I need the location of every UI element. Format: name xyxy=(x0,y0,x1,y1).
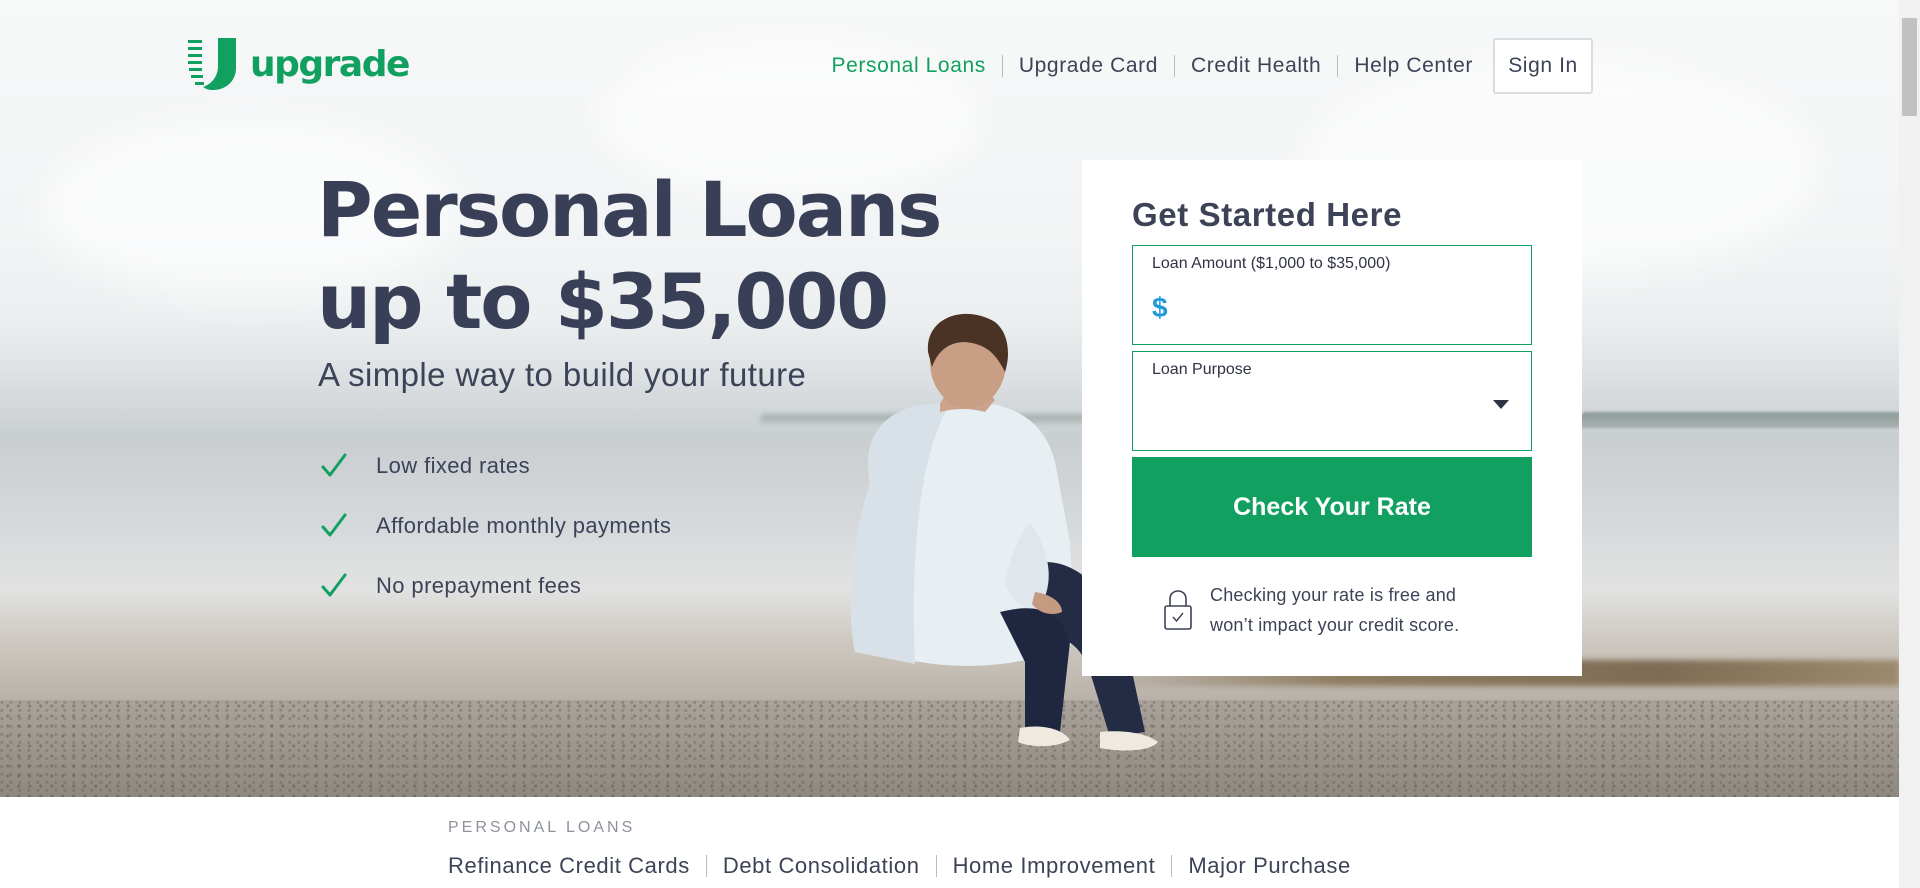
check-your-rate-button[interactable]: Check Your Rate xyxy=(1132,457,1532,557)
loan-amount-field[interactable]: Loan Amount ($1,000 to $35,000) $ xyxy=(1132,245,1532,345)
feature-text: No prepayment fees xyxy=(376,573,582,598)
site-header: upgrade Personal Loans Upgrade Card Cred… xyxy=(0,0,1899,130)
section-label: PERSONAL LOANS xyxy=(448,819,636,836)
dollar-prefix: $ xyxy=(1152,292,1168,323)
upgrade-logo-icon xyxy=(188,38,236,90)
hero-headline: Personal Loans up to $35,000 xyxy=(317,165,942,346)
scrollbar-thumb[interactable] xyxy=(1902,18,1917,116)
checkmark-icon xyxy=(321,573,347,597)
nav-link-help-center[interactable]: Help Center xyxy=(1337,55,1489,77)
upgrade-logo-text: upgrade xyxy=(250,43,410,85)
credit-score-note: Checking your rate is free and won’t imp… xyxy=(1162,580,1490,640)
loan-purpose-select[interactable] xyxy=(1133,352,1531,450)
card-title: Get Started Here xyxy=(1132,196,1403,233)
loan-purpose-field[interactable]: Loan Purpose xyxy=(1132,351,1532,451)
dropdown-caret-icon xyxy=(1493,400,1509,409)
sign-in-button[interactable]: Sign In xyxy=(1493,38,1593,94)
personal-loans-links-section: PERSONAL LOANS Refinance Credit Cards De… xyxy=(0,797,1899,888)
loan-amount-input[interactable] xyxy=(1179,288,1509,326)
feature-text: Affordable monthly payments xyxy=(376,513,672,538)
link-major-purchase[interactable]: Major Purchase xyxy=(1171,855,1366,877)
lock-icon xyxy=(1164,590,1192,630)
credit-score-note-text: Checking your rate is free and won’t imp… xyxy=(1210,585,1460,635)
nav-link-upgrade-card[interactable]: Upgrade Card xyxy=(1001,55,1174,77)
get-started-card: Get Started Here Loan Amount ($1,000 to … xyxy=(1082,160,1582,676)
main-nav: Personal Loans Upgrade Card Credit Healt… xyxy=(832,38,1593,94)
checkmark-icon xyxy=(321,453,347,477)
loan-type-links: Refinance Credit Cards Debt Consolidatio… xyxy=(448,855,1367,877)
vertical-scrollbar[interactable] xyxy=(1899,0,1920,888)
checkmark-icon xyxy=(321,513,347,537)
loan-amount-label: Loan Amount ($1,000 to $35,000) xyxy=(1152,255,1391,272)
hero-subheadline: A simple way to build your future xyxy=(318,356,807,393)
feature-item: Low fixed rates xyxy=(320,436,671,496)
feature-item: Affordable monthly payments xyxy=(320,496,671,556)
feature-list: Low fixed rates Affordable monthly payme… xyxy=(320,436,671,616)
link-refinance-credit-cards[interactable]: Refinance Credit Cards xyxy=(448,855,706,877)
nav-link-personal-loans[interactable]: Personal Loans xyxy=(832,55,1002,77)
feature-item: No prepayment fees xyxy=(320,556,671,616)
upgrade-logo[interactable]: upgrade xyxy=(188,38,410,90)
link-home-improvement[interactable]: Home Improvement xyxy=(935,855,1172,877)
link-debt-consolidation[interactable]: Debt Consolidation xyxy=(705,855,936,877)
nav-link-credit-health[interactable]: Credit Health xyxy=(1173,55,1337,77)
feature-text: Low fixed rates xyxy=(376,453,530,478)
